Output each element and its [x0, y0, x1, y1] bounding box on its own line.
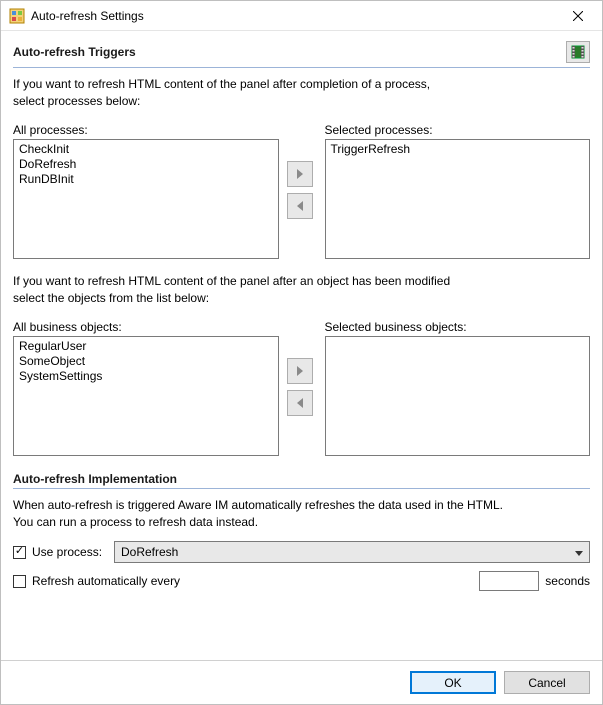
implementation-section: Auto-refresh Implementation When auto-re…: [13, 472, 590, 600]
list-item[interactable]: SystemSettings: [18, 369, 274, 384]
refresh-every-checkbox[interactable]: [13, 575, 26, 588]
use-process-label: Use process:: [32, 545, 108, 559]
list-item[interactable]: TriggerRefresh: [330, 142, 586, 157]
cancel-button[interactable]: Cancel: [504, 671, 590, 694]
chevron-down-icon: [575, 545, 583, 559]
all-processes-label: All processes:: [13, 123, 279, 137]
selected-objects-column: Selected business objects:: [325, 320, 591, 456]
implementation-heading: Auto-refresh Implementation: [13, 472, 185, 486]
list-item[interactable]: CheckInit: [18, 142, 274, 157]
list-item[interactable]: RegularUser: [18, 339, 274, 354]
use-process-checkbox[interactable]: [13, 546, 26, 559]
objects-desc: If you want to refresh HTML content of t…: [13, 273, 590, 308]
seconds-label: seconds: [545, 574, 590, 588]
all-objects-label: All business objects:: [13, 320, 279, 334]
content-area: Auto-refresh Triggers If: [1, 31, 602, 660]
triggers-heading: Auto-refresh Triggers: [13, 45, 144, 59]
chevron-left-icon: [296, 201, 304, 211]
refresh-every-row: Refresh automatically every seconds: [13, 571, 590, 591]
all-objects-listbox[interactable]: RegularUserSomeObjectSystemSettings: [13, 336, 279, 456]
chevron-right-icon: [296, 169, 304, 179]
implementation-header: Auto-refresh Implementation: [13, 472, 590, 486]
selected-processes-column: Selected processes: TriggerRefresh: [325, 123, 591, 259]
close-button[interactable]: [555, 2, 600, 30]
selected-objects-listbox[interactable]: [325, 336, 591, 456]
list-item[interactable]: DoRefresh: [18, 157, 274, 172]
film-icon-button[interactable]: [566, 41, 590, 63]
use-process-select[interactable]: DoRefresh: [114, 541, 590, 563]
refresh-every-input[interactable]: [479, 571, 539, 591]
film-icon: [571, 45, 585, 59]
processes-dual-list: All processes: CheckInitDoRefreshRunDBIn…: [13, 123, 590, 259]
dialog-footer: OK Cancel: [1, 660, 602, 704]
app-icon: [9, 8, 25, 24]
move-left-button[interactable]: [287, 390, 313, 416]
move-right-button[interactable]: [287, 161, 313, 187]
selected-objects-label: Selected business objects:: [325, 320, 591, 334]
dialog-window: Auto-refresh Settings Auto-refresh Trigg…: [0, 0, 603, 705]
list-item[interactable]: SomeObject: [18, 354, 274, 369]
ok-button[interactable]: OK: [410, 671, 496, 694]
objects-mover: [287, 320, 317, 416]
move-left-button[interactable]: [287, 193, 313, 219]
selected-processes-listbox[interactable]: TriggerRefresh: [325, 139, 591, 259]
all-processes-column: All processes: CheckInitDoRefreshRunDBIn…: [13, 123, 279, 259]
objects-dual-list: All business objects: RegularUserSomeObj…: [13, 320, 590, 456]
refresh-every-label: Refresh automatically every: [32, 574, 180, 588]
divider: [13, 67, 590, 68]
triggers-desc: If you want to refresh HTML content of t…: [13, 76, 590, 111]
divider: [13, 488, 590, 489]
triggers-header: Auto-refresh Triggers: [13, 41, 590, 63]
use-process-value: DoRefresh: [121, 545, 178, 559]
window-title: Auto-refresh Settings: [31, 9, 555, 23]
all-objects-column: All business objects: RegularUserSomeObj…: [13, 320, 279, 456]
all-processes-listbox[interactable]: CheckInitDoRefreshRunDBInit: [13, 139, 279, 259]
chevron-right-icon: [296, 366, 304, 376]
implementation-desc: When auto-refresh is triggered Aware IM …: [13, 497, 590, 532]
chevron-left-icon: [296, 398, 304, 408]
processes-mover: [287, 123, 317, 219]
selected-processes-label: Selected processes:: [325, 123, 591, 137]
move-right-button[interactable]: [287, 358, 313, 384]
use-process-row: Use process: DoRefresh: [13, 541, 590, 563]
titlebar: Auto-refresh Settings: [1, 1, 602, 31]
list-item[interactable]: RunDBInit: [18, 172, 274, 187]
